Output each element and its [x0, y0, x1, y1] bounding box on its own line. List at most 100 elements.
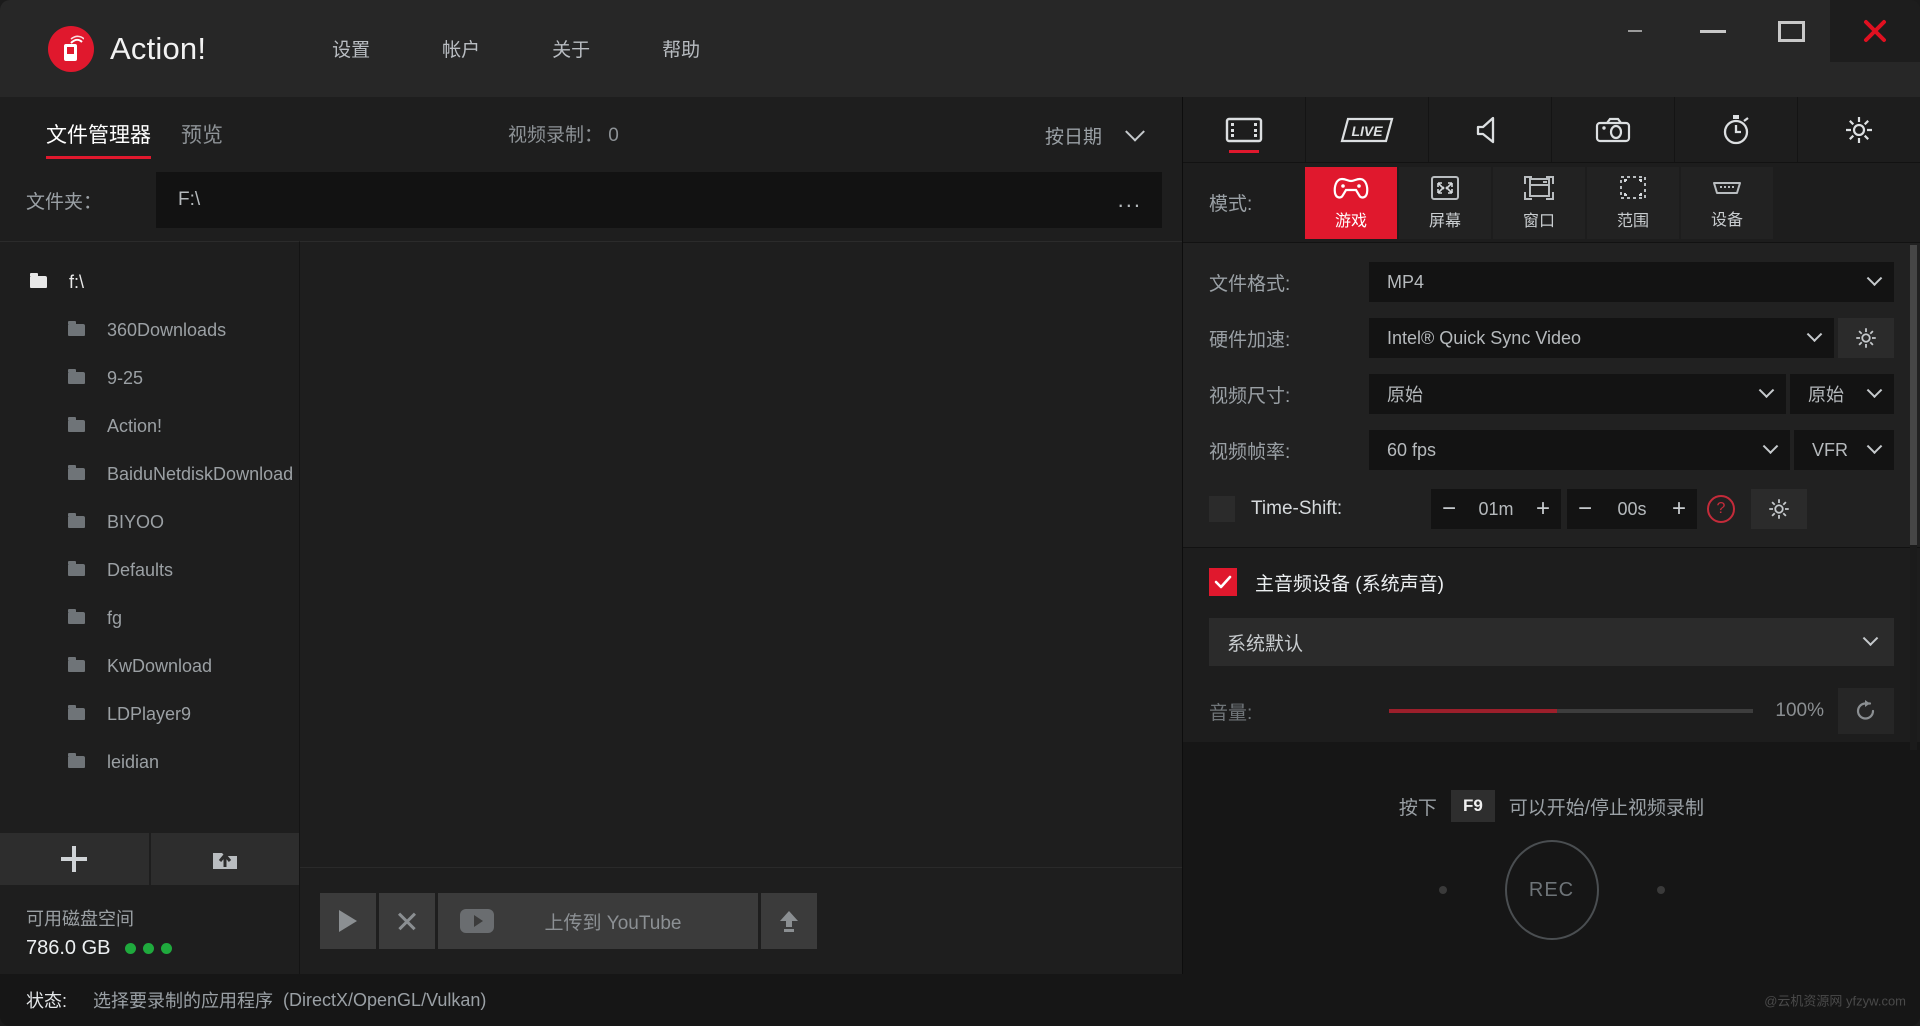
hotkey-key: F9	[1451, 790, 1495, 822]
settings-tab[interactable]	[1798, 97, 1920, 162]
menu-item-help[interactable]: 帮助	[626, 25, 736, 72]
tree-node[interactable]: Defaults	[0, 546, 299, 594]
hardware-acceleration-select[interactable]: Intel® Quick Sync Video	[1369, 318, 1834, 358]
record-button-label: REC	[1529, 879, 1574, 902]
audio-recording-tab[interactable]	[1429, 97, 1552, 162]
time-shift-minutes-decrement[interactable]: −	[1431, 489, 1467, 529]
mode-region-button[interactable]: 范围	[1587, 167, 1679, 239]
checkmark-icon	[1214, 575, 1232, 589]
tree-node[interactable]: KwDownload	[0, 642, 299, 690]
upload-to-youtube-button[interactable]: 上传到 YouTube	[438, 893, 758, 949]
tree-node-root[interactable]: f:\	[0, 258, 299, 306]
volume-slider[interactable]	[1389, 709, 1753, 713]
minimize-button[interactable]	[1674, 0, 1752, 62]
open-folder-button[interactable]	[151, 833, 300, 885]
folder-tree-list: f:\ 360Downloads 9-25 Action!	[0, 242, 299, 833]
tree-node-label: fg	[107, 608, 122, 629]
upload-button[interactable]	[761, 893, 817, 949]
frame-rate-mode-value: VFR	[1812, 440, 1869, 461]
time-lapse-tab[interactable]	[1675, 97, 1798, 162]
recordings-counter-label: 视频录制：	[508, 125, 603, 146]
time-shift-settings-button[interactable]	[1751, 489, 1807, 529]
record-button[interactable]: REC	[1505, 840, 1599, 940]
mode-game-button[interactable]: 游戏	[1305, 167, 1397, 239]
frame-rate-select[interactable]: 60 fps	[1369, 430, 1790, 470]
volume-slider-fill	[1389, 709, 1557, 713]
tree-node[interactable]: leidian	[0, 738, 299, 786]
audio-device-value: 系统默认	[1227, 629, 1865, 656]
upload-icon	[775, 907, 803, 935]
record-right-dot	[1657, 886, 1665, 894]
time-shift-seconds-stepper: − 00s +	[1567, 489, 1697, 529]
frame-rate-label: 视频帧率:	[1209, 437, 1369, 464]
delete-button[interactable]	[379, 893, 435, 949]
status-label: 状态:	[26, 987, 67, 1013]
mode-window-button[interactable]: 窗口	[1493, 167, 1585, 239]
tab-preview[interactable]: 预览	[181, 119, 223, 159]
menu-item-account[interactable]: 帐户	[406, 25, 516, 72]
video-size-label: 视频尺寸:	[1209, 381, 1369, 408]
gamepad-icon	[1331, 174, 1371, 202]
video-size-value: 原始	[1387, 381, 1761, 407]
video-size-select[interactable]: 原始	[1369, 374, 1786, 414]
time-shift-row: Time-Shift: − 01m + − 00s + ?	[1183, 481, 1920, 537]
tree-node-label: 360Downloads	[107, 320, 226, 341]
mode-game-label: 游戏	[1335, 207, 1367, 231]
time-shift-checkbox[interactable]	[1209, 496, 1235, 522]
live-streaming-tab[interactable]: LIVE	[1306, 97, 1429, 162]
preview-canvas	[300, 242, 1182, 867]
recording-mode-tabs: LIVE	[1183, 97, 1920, 163]
tab-file-manager[interactable]: 文件管理器	[46, 119, 151, 159]
collapse-button[interactable]	[1596, 0, 1674, 62]
folder-icon	[30, 276, 47, 288]
file-format-value: MP4	[1387, 272, 1869, 293]
play-button[interactable]	[320, 893, 376, 949]
tree-node-label: LDPlayer9	[107, 704, 191, 725]
folder-icon	[68, 372, 85, 384]
audio-device-select[interactable]: 系统默认	[1209, 618, 1894, 666]
frame-rate-mode-select[interactable]: VFR	[1794, 430, 1894, 470]
time-shift-minutes-increment[interactable]: +	[1525, 489, 1561, 529]
time-shift-seconds-increment[interactable]: +	[1661, 489, 1697, 529]
folder-icon	[68, 468, 85, 480]
volume-value: 100%	[1775, 700, 1824, 722]
tree-node[interactable]: Action!	[0, 402, 299, 450]
settings-scrollbar-thumb[interactable]	[1910, 245, 1917, 545]
sort-dropdown[interactable]: 按日期	[1045, 122, 1142, 149]
main-audio-device-checkbox[interactable]	[1209, 568, 1237, 596]
folder-icon	[68, 708, 85, 720]
volume-reset-button[interactable]	[1838, 688, 1894, 734]
tree-node[interactable]: LDPlayer9	[0, 690, 299, 738]
browse-folder-button[interactable]: ...	[1118, 187, 1142, 213]
menu-item-about[interactable]: 关于	[516, 25, 626, 72]
settings-scrollbar[interactable]	[1910, 245, 1917, 750]
main-body: 文件管理器 预览 视频录制： 0 按日期 文件夹： F:\ ...	[0, 97, 1920, 974]
add-folder-button[interactable]	[0, 833, 149, 885]
tree-node[interactable]: BIYOO	[0, 498, 299, 546]
mode-screen-button[interactable]: 屏幕	[1399, 167, 1491, 239]
tree-node[interactable]: fg	[0, 594, 299, 642]
action-recorder-window: Action! 设置 帐户 关于 帮助 文件管理器	[0, 0, 1920, 1026]
maximize-button[interactable]	[1752, 0, 1830, 62]
tree-node[interactable]: 9-25	[0, 354, 299, 402]
time-shift-help-icon[interactable]: ?	[1707, 495, 1735, 523]
menu-item-settings[interactable]: 设置	[296, 25, 406, 72]
hardware-acceleration-settings-button[interactable]	[1838, 318, 1894, 358]
close-icon	[396, 910, 418, 932]
folder-icon	[68, 516, 85, 528]
tree-buttons	[0, 833, 299, 885]
close-button[interactable]	[1830, 0, 1920, 62]
tree-node[interactable]: BaiduNetdiskDownload	[0, 450, 299, 498]
hotkey-hint-prefix: 按下	[1399, 793, 1437, 820]
mode-device-button[interactable]: 设备	[1681, 167, 1773, 239]
tree-node-label: BaiduNetdiskDownload	[107, 464, 293, 485]
video-settings-group: 文件格式: MP4 硬件加速: Intel® Quick Sync Video	[1183, 243, 1920, 548]
tree-node[interactable]: 360Downloads	[0, 306, 299, 354]
screenshot-tab[interactable]	[1552, 97, 1675, 162]
video-recording-tab[interactable]	[1183, 97, 1306, 162]
time-shift-seconds-decrement[interactable]: −	[1567, 489, 1603, 529]
brand: Action!	[48, 26, 206, 72]
video-size-scale-select[interactable]: 原始	[1790, 374, 1894, 414]
file-format-select[interactable]: MP4	[1369, 262, 1894, 302]
folder-path-input[interactable]: F:\ ...	[156, 172, 1162, 228]
